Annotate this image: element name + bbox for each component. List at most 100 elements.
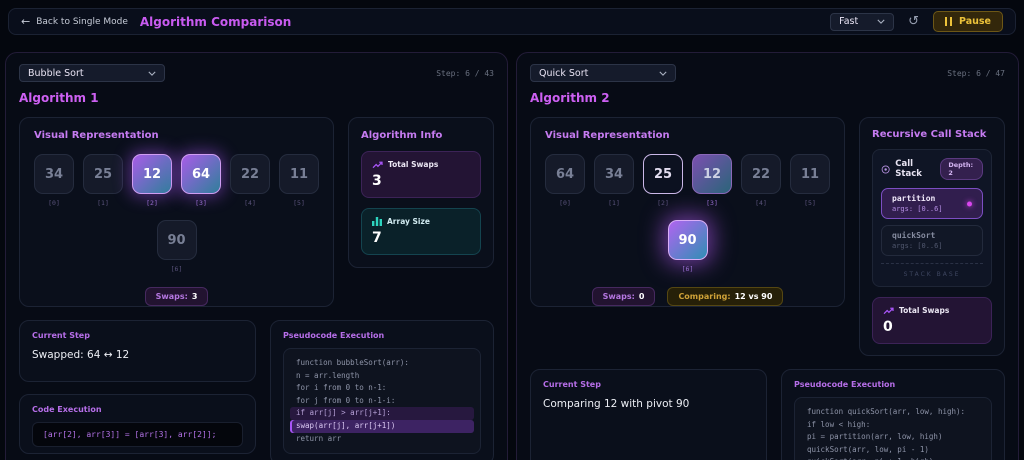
array-index-label: [2] [657, 199, 669, 207]
pseudocode-line: function bubbleSort(arr): [296, 358, 409, 367]
step-counter: Step: 6 / 43 [436, 68, 494, 78]
array-index-label: [0] [48, 199, 60, 207]
bar-chart-icon [372, 217, 382, 226]
pseudocode-line: for j from 0 to n-1-i: [296, 395, 396, 405]
pseudocode-title: Pseudocode Execution [794, 380, 896, 389]
call-stack-frames: partition args: [0..6] quickSort args: [… [881, 188, 983, 256]
swaps-badge: Swaps: 3 [144, 287, 209, 306]
algorithm-2-select[interactable]: Quick Sort [530, 64, 676, 82]
swaps-badge: Swaps: 0 [591, 287, 656, 306]
array-index-label: [6] [681, 265, 694, 273]
algorithm-1-panel: Bubble Sort Step: 6 / 43 Algorithm 1 Vis… [5, 52, 508, 460]
array-element: 34 [1] [594, 154, 634, 207]
visual-representation-card: Visual Representation 34 [0] 25 [1] 12 [… [19, 117, 334, 307]
algorithm-1-select[interactable]: Bubble Sort [19, 64, 165, 82]
pseudocode-line: if arr[j] > arr[j+1]: [290, 407, 474, 420]
code-execution-title: Code Execution [32, 405, 102, 414]
current-step-card: Current Step Comparing 12 with pivot 90 [530, 369, 767, 460]
array-size-stat: Array Size 7 [361, 208, 481, 255]
back-to-single-mode-button[interactable]: ← Back to Single Mode [21, 16, 128, 27]
trending-up-icon [883, 307, 894, 315]
pause-button[interactable]: Pause [933, 11, 1003, 32]
array-tiles-row-2: 90 [6] [34, 220, 319, 273]
array-index-label: [6] [170, 265, 183, 273]
array-tile: 34 [594, 154, 634, 194]
reset-icon[interactable]: ↺ [908, 15, 919, 28]
array-tiles-row: 34 [0] 25 [1] 12 [2] 64 [3] 22 [4] 11 [5… [34, 154, 319, 207]
frame-name: quickSort [892, 231, 936, 240]
swaps-badge-label: Swaps: [602, 292, 635, 301]
comparing-badge-label: Comparing: [678, 292, 731, 301]
pseudocode-line: function quickSort(arr, low, high): [807, 407, 966, 416]
pseudocode-line: return arr [296, 433, 342, 443]
stack-base-label: STACK BASE [881, 263, 983, 278]
array-index-label: [1] [97, 199, 109, 207]
array-index-label: [0] [559, 199, 571, 207]
trending-up-icon [372, 161, 383, 169]
call-stack-frame: partition args: [0..6] [881, 188, 983, 219]
call-stack-box: Call Stack Depth: 2 partition args: [0..… [872, 149, 992, 287]
total-swaps-label: Total Swaps [899, 306, 950, 315]
array-element: 34 [0] [34, 154, 74, 207]
pseudocode-line: quickSort(arr, pi + 1, high) [801, 456, 985, 460]
array-tile: 22 [741, 154, 781, 194]
array-tiles-row: 64 [0] 34 [1] 25 [2] 12 [3] 22 [4] 11 [5… [545, 154, 830, 207]
swaps-badge-label: Swaps: [155, 292, 188, 301]
app-header: ← Back to Single Mode Algorithm Comparis… [8, 8, 1016, 35]
array-tile: 25 [83, 154, 123, 194]
speed-select[interactable]: Fast [830, 12, 895, 31]
current-step-title: Current Step [32, 331, 90, 340]
frame-name: partition [892, 194, 936, 203]
array-element: 22 [4] [230, 154, 270, 207]
array-tile: 64 [545, 154, 585, 194]
depth-badge: Depth: 2 [940, 158, 984, 180]
pseudocode-lines: function quickSort(arr, low, high): if l… [794, 397, 992, 460]
comparison-layout: Bubble Sort Step: 6 / 43 Algorithm 1 Vis… [0, 35, 1024, 460]
array-tile: 22 [230, 154, 270, 194]
pseudocode-line: swap(arr[j], arr[j+1]) [290, 419, 474, 433]
screen: ← Back to Single Mode Algorithm Comparis… [0, 0, 1024, 460]
pseudocode-line: quickSort(arr, low, pi - 1) [807, 444, 929, 454]
frame-args: args: [0..6] [892, 205, 943, 213]
pseudocode-line: for i from 0 to n-1: [296, 383, 387, 393]
array-element: 12 [2] [132, 154, 172, 207]
recursive-call-stack-card: Recursive Call Stack Call Stack Depth: 2… [859, 117, 1005, 356]
pseudocode-lines: function bubbleSort(arr): n = arr.length… [283, 348, 481, 455]
array-element: 11 [5] [279, 154, 319, 207]
frame-args: args: [0..6] [892, 242, 943, 250]
pseudocode-line: n = arr.length [296, 370, 360, 380]
array-index-label: [5] [804, 199, 816, 207]
array-index-label: [3] [195, 199, 207, 207]
call-stack-icon [881, 165, 890, 173]
total-swaps-stat: Total Swaps 0 [872, 297, 992, 344]
array-element: 90 [6] [156, 220, 197, 273]
array-tiles-row-2: 90 [6] [545, 220, 830, 273]
array-element: 64 [0] [545, 154, 585, 207]
total-swaps-stat: Total Swaps 3 [361, 151, 481, 198]
algorithm-info-card: Algorithm Info Total Swaps 3 Array Size [348, 117, 494, 268]
pseudocode-title: Pseudocode Execution [283, 331, 385, 340]
array-element: 25 [2] [643, 154, 683, 207]
algorithm-2-select-value: Quick Sort [539, 67, 589, 79]
current-step-text: Comparing 12 with pivot 90 [543, 398, 690, 410]
algorithm-info-title: Algorithm Info [361, 130, 443, 141]
speed-select-value: Fast [839, 16, 859, 27]
array-element: 25 [1] [83, 154, 123, 207]
array-index-label: [4] [244, 199, 256, 207]
array-tile: 64 [181, 154, 221, 194]
comparing-badge-value: 12 vs 90 [734, 292, 773, 301]
back-button-label: Back to Single Mode [36, 16, 128, 27]
swaps-badge-value: 0 [638, 292, 645, 301]
visual-representation-card: Visual Representation 64 [0] 34 [1] 25 [… [530, 117, 845, 307]
pseudocode-line: pi = partition(arr, low, high) [807, 432, 943, 442]
algorithm-1-title: Algorithm 1 [19, 91, 99, 105]
array-tile: 12 [692, 154, 732, 194]
array-tile: 34 [34, 154, 74, 194]
code-execution-card: Code Execution [arr[2], arr[3]] = [arr[3… [19, 394, 256, 454]
swaps-badge-value: 3 [191, 292, 198, 301]
array-element: 90 [6] [667, 220, 708, 273]
array-tile: 12 [132, 154, 172, 194]
array-tile: 11 [279, 154, 319, 194]
array-index-label: [5] [293, 199, 305, 207]
visual-representation-title: Visual Representation [34, 130, 159, 141]
